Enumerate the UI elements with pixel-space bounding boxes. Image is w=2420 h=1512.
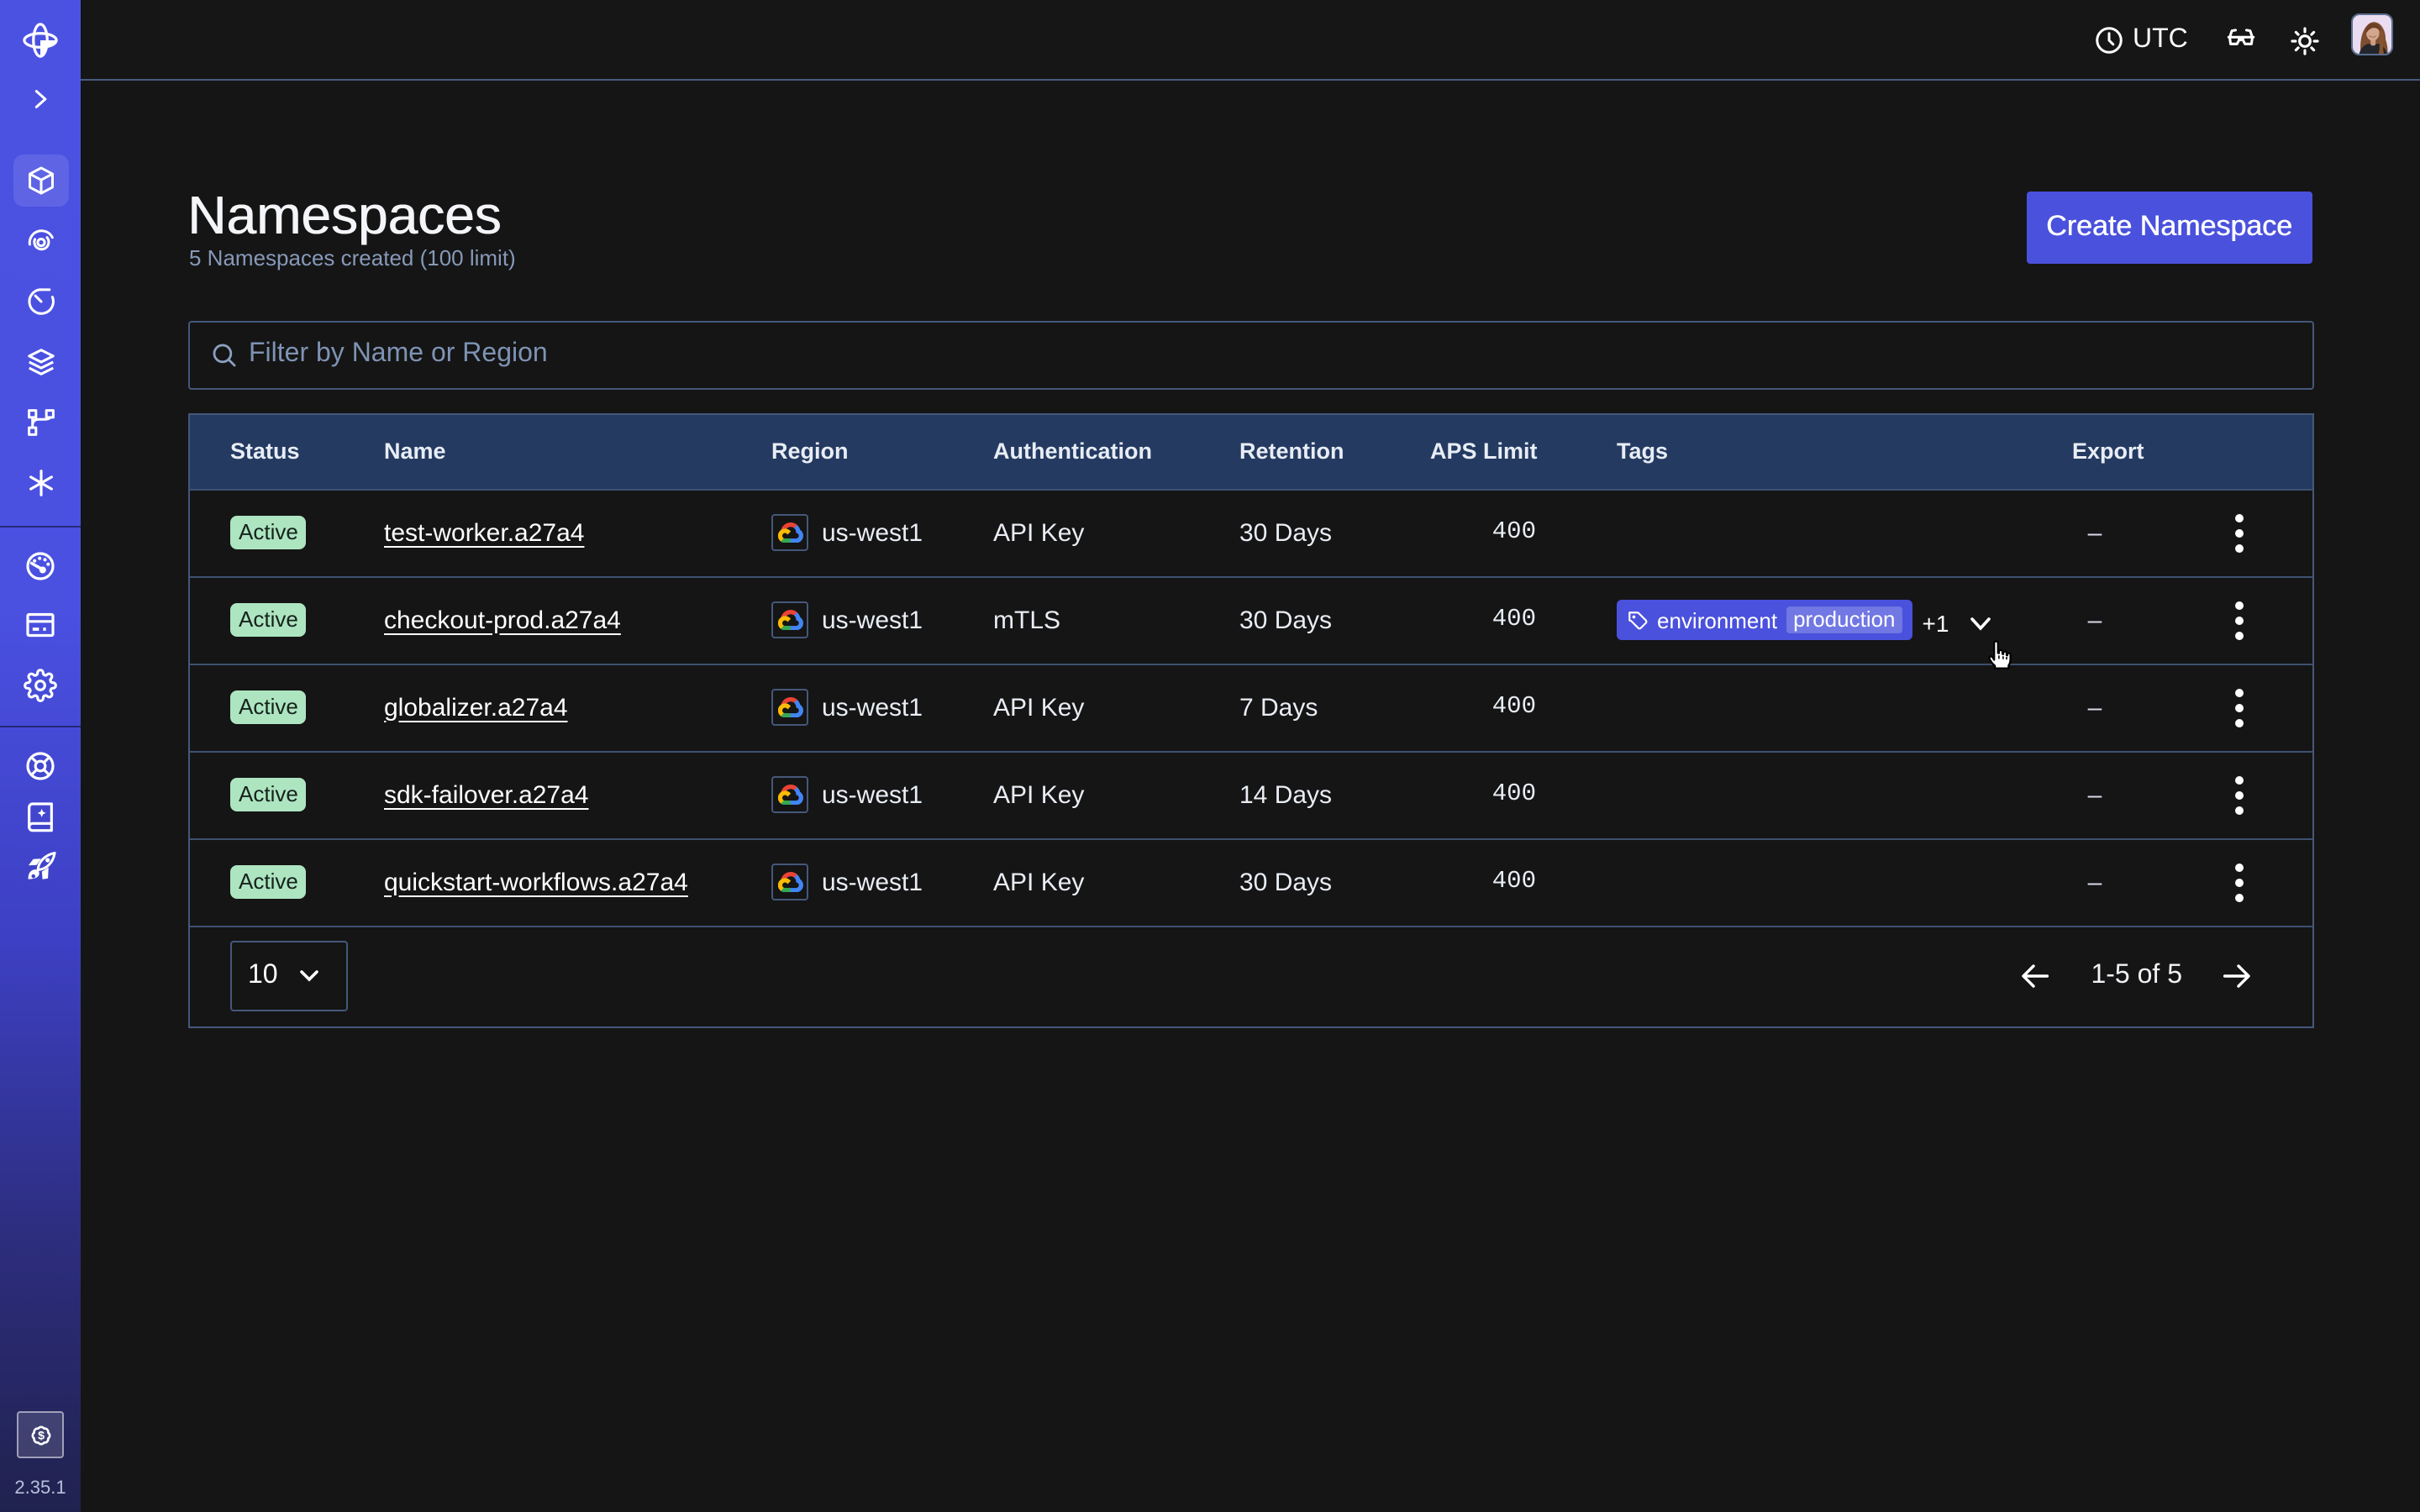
svg-text:$: $	[37, 1429, 44, 1442]
